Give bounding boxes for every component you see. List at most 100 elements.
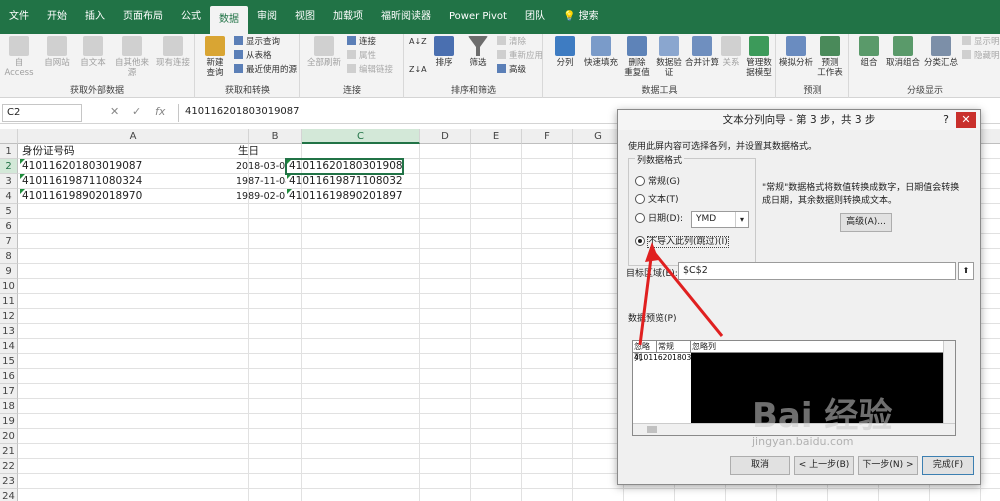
tab-data[interactable]: 数据 [210,6,248,34]
name-box[interactable]: C2 [2,104,82,122]
preview-col-header[interactable]: 忽略列 [691,341,955,353]
flash-fill-button[interactable]: 快速填充 [582,36,620,68]
data-validation-button[interactable]: 数据验 证 [652,36,686,78]
cell-b1[interactable]: 生日 [236,144,284,159]
cell-a1[interactable]: 身份证号码 [20,144,230,159]
tab-formulas[interactable]: 公式 [172,0,210,34]
hide-detail-button[interactable]: 隐藏明细 [962,50,1000,62]
insert-function-icon[interactable]: fx [155,105,165,118]
forecast-sheet-button[interactable]: 预测 工作表 [813,36,847,78]
column-header-f[interactable]: F [522,129,573,144]
row-header-13[interactable]: 13 [0,324,18,339]
row-header-10[interactable]: 10 [0,279,18,294]
row-header-22[interactable]: 22 [0,459,18,474]
clear-filter-button[interactable]: 清除 [497,36,526,48]
row-header-4[interactable]: 4 [0,189,18,204]
properties-button[interactable]: 属性 [347,50,376,62]
reapply-button[interactable]: 重新应用 [497,50,543,62]
cancel-button[interactable]: 取消 [730,456,790,475]
column-header-e[interactable]: E [471,129,522,144]
radio-general[interactable]: 常规(G) [635,175,680,189]
preview-col-header[interactable]: 常规 [657,341,691,353]
sort-za-button[interactable]: Z↓A [409,64,427,76]
column-header-d[interactable]: D [420,129,471,144]
filter-button[interactable]: 筛选 [461,36,495,68]
recent-sources-button[interactable]: 最近使用的源 [234,64,297,76]
subtotal-button[interactable]: 分类汇总 [922,36,960,68]
date-format-select[interactable]: YMD ▾ [691,211,749,228]
cancel-icon[interactable]: ✕ [110,105,119,118]
manage-data-model-button[interactable]: 管理数 据模型 [742,36,776,78]
row-header-14[interactable]: 14 [0,339,18,354]
help-icon[interactable]: ? [938,112,954,128]
cell-b4[interactable]: 1989-02-01 [234,189,286,204]
column-header-o[interactable]: O [981,129,1000,144]
from-web-button[interactable]: 自网站 [40,36,74,68]
tab-page-layout[interactable]: 页面布局 [114,0,172,34]
from-access-button[interactable]: 自 Access [2,36,36,78]
row-header-8[interactable]: 8 [0,249,18,264]
row-header-19[interactable]: 19 [0,414,18,429]
row-header-6[interactable]: 6 [0,219,18,234]
back-button[interactable]: < 上一步(B) [794,456,854,475]
scroll-thumb[interactable] [647,426,657,433]
column-header-b[interactable]: B [249,129,302,144]
tab-team[interactable]: 团队 [516,0,554,34]
from-table-button[interactable]: 从表格 [234,50,272,62]
preview-col-header[interactable]: 忽略列 [633,341,657,362]
cell-a3[interactable]: 410116198711080324 [20,174,230,189]
radio-date[interactable]: 日期(D): [635,212,683,226]
cell-b2[interactable]: 2018-03-01 [234,159,286,174]
consolidate-button[interactable]: 合并计算 [684,36,720,68]
tab-foxit-reader[interactable]: 福昕阅读器 [372,0,440,34]
show-queries-button[interactable]: 显示查询 [234,36,280,48]
tell-me-search[interactable]: 💡 搜索 [554,0,608,34]
row-header-17[interactable]: 17 [0,384,18,399]
row-header-16[interactable]: 16 [0,369,18,384]
collapse-dialog-icon[interactable]: ⬆ [958,262,974,280]
enter-icon[interactable]: ✓ [132,105,141,118]
row-header-11[interactable]: 11 [0,294,18,309]
select-all-corner[interactable] [0,129,18,144]
column-header-c[interactable]: C [302,129,420,144]
column-header-a[interactable]: A [18,129,249,144]
next-button[interactable]: 下一步(N) > [858,456,918,475]
advanced-filter-button[interactable]: 高级 [497,64,526,76]
row-header-12[interactable]: 12 [0,309,18,324]
cell-a4[interactable]: 410116198902018970 [20,189,230,204]
row-header-24[interactable]: 24 [0,489,18,501]
connections-button[interactable]: 连接 [347,36,376,48]
ungroup-button[interactable]: 取消组合 [884,36,922,68]
cell-c4[interactable]: 410116198902018970 [287,189,402,204]
tab-home[interactable]: 开始 [38,0,76,34]
tab-addins[interactable]: 加载项 [324,0,372,34]
relationships-button[interactable]: 关系 [718,36,744,68]
refresh-all-button[interactable]: 全部刷新 [307,36,341,68]
sort-button[interactable]: 排序 [427,36,461,68]
tab-review[interactable]: 审阅 [248,0,286,34]
sort-az-button[interactable]: A↓Z [409,36,427,48]
row-header-20[interactable]: 20 [0,429,18,444]
row-header-7[interactable]: 7 [0,234,18,249]
advanced-button[interactable]: 高级(A)... [840,213,892,232]
row-header-9[interactable]: 9 [0,264,18,279]
edit-links-button[interactable]: 编辑链接 [347,64,393,76]
row-header-15[interactable]: 15 [0,354,18,369]
existing-connections-button[interactable]: 现有连接 [156,36,190,68]
tab-view[interactable]: 视图 [286,0,324,34]
row-header-18[interactable]: 18 [0,399,18,414]
from-text-button[interactable]: 自文本 [76,36,110,68]
new-query-button[interactable]: 新建 查询 [198,36,232,78]
cell-c3[interactable]: 410116198711080324 [287,174,402,189]
group-button[interactable]: 组合 [852,36,886,68]
close-icon[interactable]: ✕ [956,112,976,128]
tab-file[interactable]: 文件 [0,0,38,34]
row-header-3[interactable]: 3 [0,174,18,189]
row-header-2[interactable]: 2 [0,159,18,174]
row-header-1[interactable]: 1 [0,144,18,159]
cell-b3[interactable]: 1987-11-08 [234,174,286,189]
radio-skip-column[interactable]: 不导入此列(跳过)(I) [635,235,729,249]
remove-duplicates-button[interactable]: 删除 重复值 [620,36,654,78]
text-to-columns-button[interactable]: 分列 [548,36,582,68]
finish-button[interactable]: 完成(F) [922,456,974,475]
